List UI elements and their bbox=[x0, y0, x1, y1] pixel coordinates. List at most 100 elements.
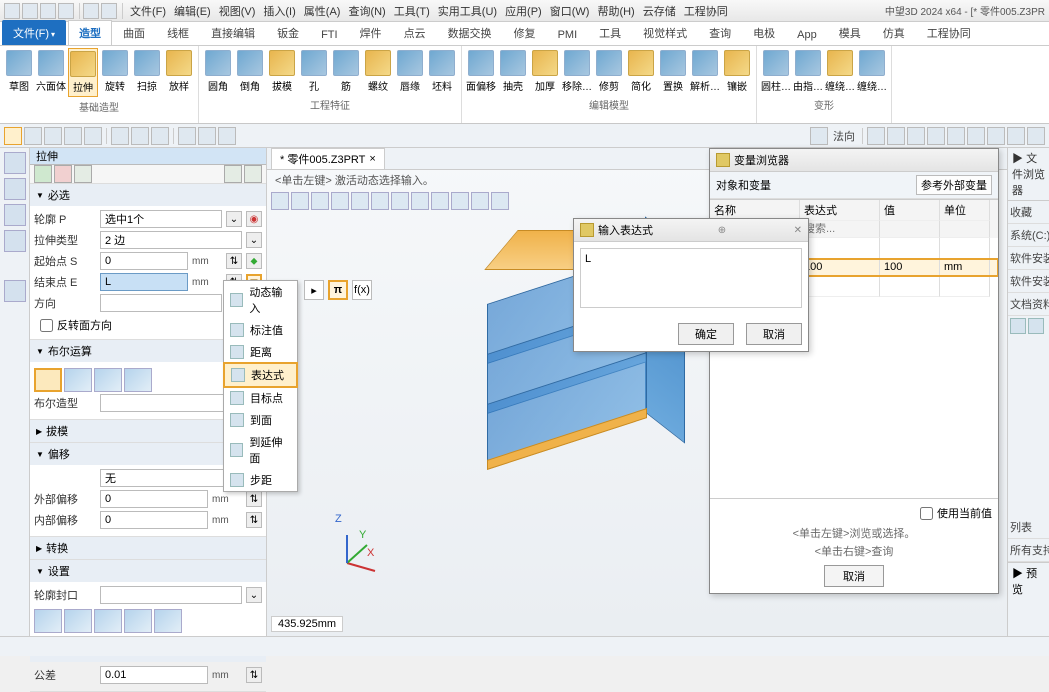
ribbon-button[interactable]: 缠绕阵列到面 bbox=[857, 48, 887, 95]
ctx-item[interactable]: 目标点 bbox=[224, 387, 297, 409]
dock-item[interactable]: 系统(C:) bbox=[1008, 224, 1049, 247]
qt-btn[interactable] bbox=[4, 127, 22, 145]
qt-btn[interactable] bbox=[131, 127, 149, 145]
menu-item[interactable]: 应用(P) bbox=[501, 6, 546, 18]
cancel-icon[interactable] bbox=[54, 165, 72, 183]
qat-save-icon[interactable] bbox=[40, 3, 56, 19]
menu-item[interactable]: 云存储 bbox=[639, 6, 680, 18]
cap-field[interactable] bbox=[100, 586, 242, 604]
offset-mode[interactable]: 无 bbox=[100, 469, 242, 487]
ribbon-button[interactable]: 孔 bbox=[299, 48, 329, 95]
ctx-item[interactable]: 距离 bbox=[224, 341, 297, 363]
dock-item[interactable]: 收藏 bbox=[1008, 201, 1049, 224]
bool-base-icon[interactable] bbox=[34, 368, 62, 392]
qt-btn[interactable] bbox=[111, 127, 129, 145]
viewport[interactable]: * 零件005.Z3PRT × <单击左键> 激活动态选择输入。 输入表达式⊕ … bbox=[267, 148, 1007, 636]
ribbon-button[interactable]: 倒角 bbox=[235, 48, 265, 95]
ribbon-tab[interactable]: 视觉样式 bbox=[632, 20, 698, 45]
vt-btn[interactable] bbox=[411, 192, 429, 210]
float-arrow-icon[interactable]: ▸ bbox=[304, 280, 324, 300]
ctx-item[interactable]: 到延伸面 bbox=[224, 431, 297, 469]
expression-input[interactable]: L bbox=[580, 248, 802, 308]
cap-opt-icon[interactable] bbox=[64, 609, 92, 633]
qt-btn[interactable] bbox=[198, 127, 216, 145]
menu-item[interactable]: 工具(T) bbox=[390, 6, 434, 18]
section-transform[interactable]: ▶转换 bbox=[30, 537, 266, 559]
qt-btn[interactable] bbox=[810, 127, 828, 145]
ribbon-button[interactable]: 解析自相交 bbox=[690, 48, 720, 95]
menu-item[interactable]: 文件(F) bbox=[126, 6, 170, 18]
type-field[interactable]: 2 边 bbox=[100, 231, 242, 249]
end-field[interactable]: L bbox=[100, 273, 188, 291]
ribbon-button[interactable]: 螺纹 bbox=[363, 48, 393, 95]
qt-btn[interactable] bbox=[907, 127, 925, 145]
qt-btn[interactable] bbox=[218, 127, 236, 145]
qt-btn[interactable] bbox=[987, 127, 1005, 145]
dock-item[interactable]: 文档资料( bbox=[1008, 293, 1049, 316]
ribbon-tab[interactable]: 文件(F)▾ bbox=[2, 20, 66, 45]
cap-opt-icon[interactable] bbox=[94, 609, 122, 633]
bool-cut-icon[interactable] bbox=[94, 368, 122, 392]
left-tool-icon[interactable] bbox=[4, 230, 26, 252]
qt-btn[interactable] bbox=[178, 127, 196, 145]
menu-item[interactable]: 属性(A) bbox=[300, 6, 345, 18]
ribbon-tab[interactable]: 曲面 bbox=[112, 20, 156, 45]
left-tool-icon[interactable] bbox=[4, 280, 26, 302]
int-offset-field[interactable]: 0 bbox=[100, 511, 208, 529]
ribbon-button[interactable]: 筋 bbox=[331, 48, 361, 95]
section-settings[interactable]: ▼设置 bbox=[30, 560, 266, 582]
ctx-item[interactable]: 步距 bbox=[224, 469, 297, 491]
ribbon-button[interactable]: 坯料 bbox=[427, 48, 457, 95]
bool-type-field[interactable] bbox=[100, 394, 242, 412]
vt-btn[interactable] bbox=[471, 192, 489, 210]
bool-intersect-icon[interactable] bbox=[124, 368, 152, 392]
ribbon-tab[interactable]: App bbox=[786, 24, 828, 45]
vt-btn[interactable] bbox=[351, 192, 369, 210]
float-fx-icon[interactable]: f(x) bbox=[352, 280, 372, 300]
profile-field[interactable]: 选中1个 bbox=[100, 210, 222, 228]
tol-field[interactable]: 0.01 bbox=[100, 666, 208, 684]
menu-item[interactable]: 工程协同 bbox=[680, 6, 732, 18]
qat-undo-icon[interactable] bbox=[83, 3, 99, 19]
dock-preview[interactable]: ▶ 预览 bbox=[1008, 562, 1049, 599]
close-icon[interactable]: × bbox=[369, 153, 375, 165]
qat-print-icon[interactable] bbox=[58, 3, 74, 19]
ribbon-button[interactable]: 修剪 bbox=[594, 48, 624, 95]
ribbon-tab[interactable]: 电极 bbox=[742, 20, 786, 45]
qt-btn[interactable] bbox=[967, 127, 985, 145]
qat-new-icon[interactable] bbox=[4, 3, 20, 19]
dock-list[interactable]: 列表 bbox=[1008, 516, 1049, 539]
reverse-dir-checkbox[interactable] bbox=[40, 319, 53, 332]
ribbon-tab[interactable]: 查询 bbox=[698, 20, 742, 45]
ribbon-button[interactable]: 由指定点开始变形 bbox=[793, 48, 823, 95]
section-required[interactable]: ▼必选 bbox=[30, 184, 266, 206]
ribbon-button[interactable]: 置换 bbox=[658, 48, 688, 95]
dock-icon[interactable] bbox=[1010, 318, 1026, 334]
ribbon-button[interactable]: 唇缘 bbox=[395, 48, 425, 95]
ribbon-tab[interactable]: 线框 bbox=[156, 20, 200, 45]
ribbon-button[interactable]: 加厚 bbox=[530, 48, 560, 95]
close-icon[interactable]: ✕ bbox=[791, 225, 802, 236]
ctx-item[interactable]: 动态输入 bbox=[224, 281, 297, 319]
ribbon-button[interactable]: 放样 bbox=[164, 48, 194, 97]
ok-button[interactable]: 确定 bbox=[678, 323, 734, 345]
external-var-button[interactable]: 参考外部变量 bbox=[916, 175, 992, 195]
ribbon-tab[interactable]: 焊件 bbox=[349, 20, 393, 45]
ribbon-button[interactable]: 草图 bbox=[4, 48, 34, 97]
left-tool-icon[interactable] bbox=[4, 152, 26, 174]
qt-btn[interactable] bbox=[867, 127, 885, 145]
qt-btn[interactable] bbox=[947, 127, 965, 145]
dock-item[interactable]: 软件安装(E bbox=[1008, 247, 1049, 270]
qt-btn[interactable] bbox=[927, 127, 945, 145]
dock-icon[interactable] bbox=[1028, 318, 1044, 334]
menu-item[interactable]: 查询(N) bbox=[344, 6, 389, 18]
qt-btn[interactable] bbox=[1007, 127, 1025, 145]
menu-item[interactable]: 视图(V) bbox=[215, 6, 260, 18]
qt-btn[interactable] bbox=[84, 127, 102, 145]
ribbon-tab[interactable]: 工具 bbox=[588, 20, 632, 45]
left-tool-icon[interactable] bbox=[4, 178, 26, 200]
menu-item[interactable]: 实用工具(U) bbox=[434, 6, 501, 18]
ribbon-tab[interactable]: FTI bbox=[310, 24, 349, 45]
float-pi-icon[interactable]: π bbox=[328, 280, 348, 300]
doc-tab[interactable]: * 零件005.Z3PRT × bbox=[271, 148, 385, 169]
